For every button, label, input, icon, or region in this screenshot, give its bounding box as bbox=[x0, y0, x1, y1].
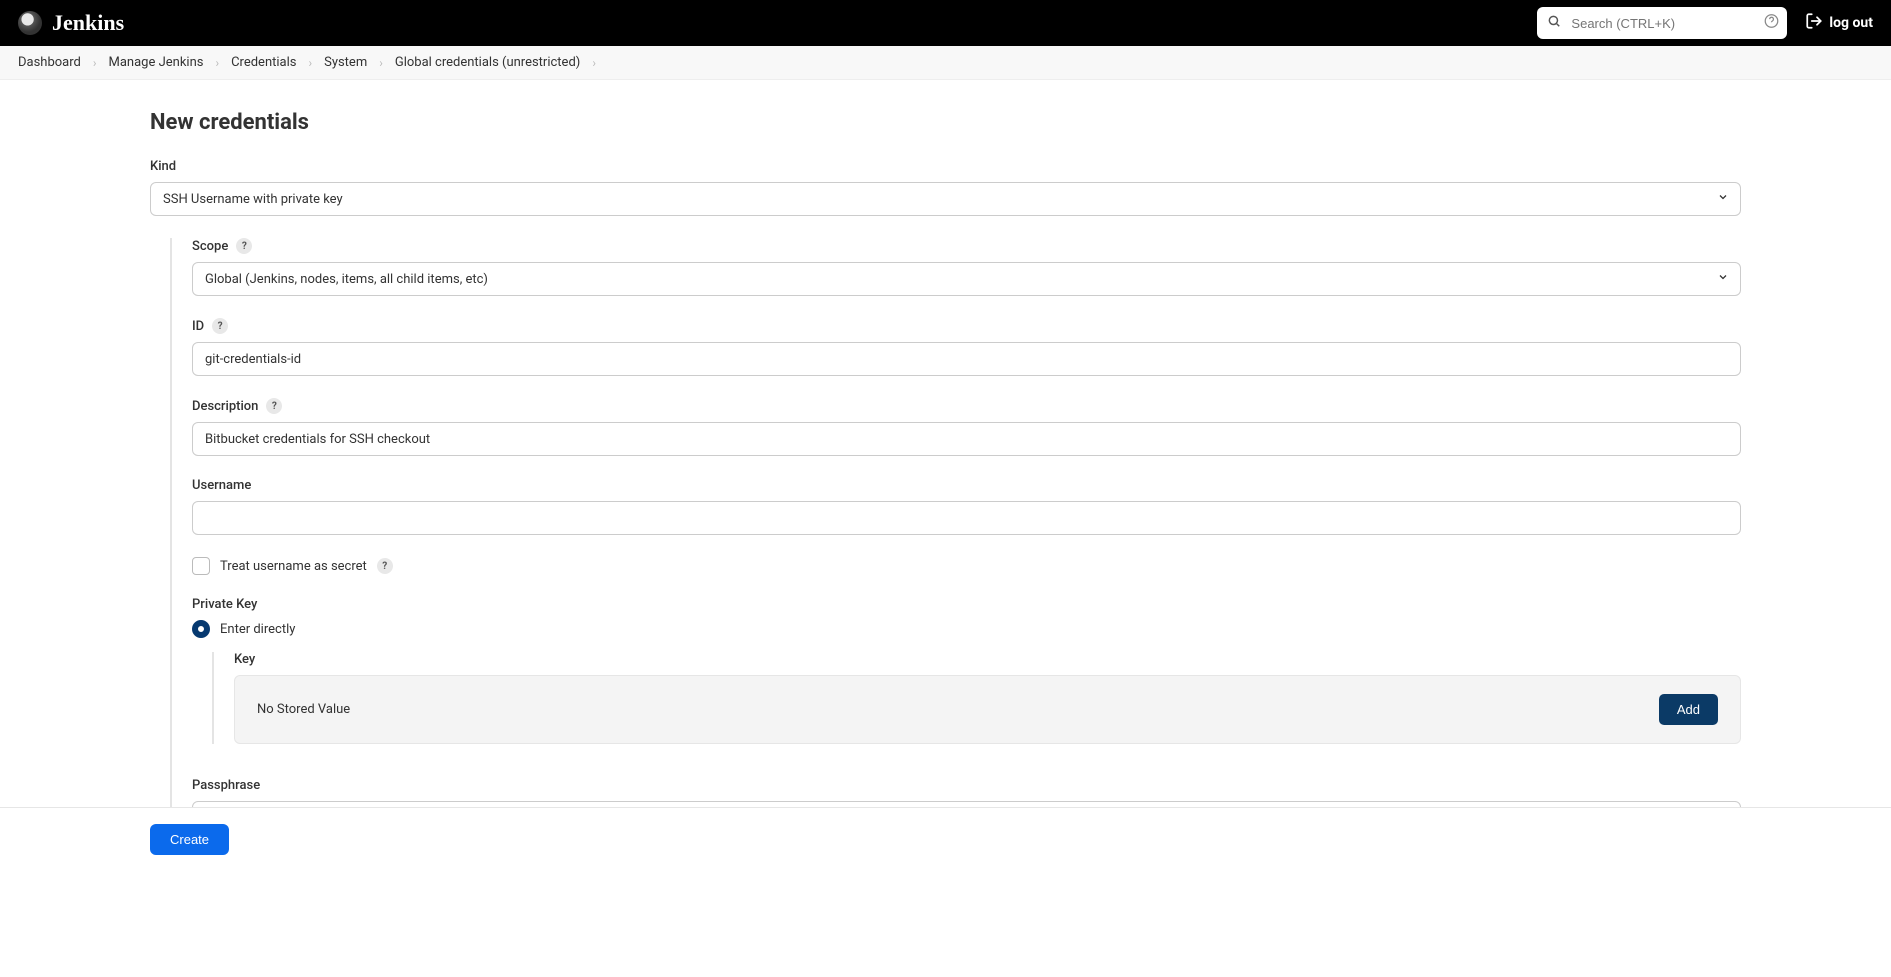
help-icon[interactable]: ? bbox=[266, 398, 282, 414]
top-header: Jenkins log out bbox=[0, 0, 1891, 46]
key-label: Key bbox=[234, 652, 255, 667]
field-private-key: Private Key Enter directly Key No Stored… bbox=[192, 597, 1741, 744]
help-icon[interactable]: ? bbox=[212, 318, 228, 334]
kind-select[interactable]: SSH Username with private key bbox=[150, 182, 1741, 216]
search-box bbox=[1537, 7, 1787, 39]
add-key-button[interactable]: Add bbox=[1659, 694, 1718, 725]
footer-bar: Create bbox=[0, 807, 1891, 871]
breadcrumb-item[interactable]: Global credentials (unrestricted) bbox=[395, 55, 580, 70]
breadcrumb-item[interactable]: Manage Jenkins bbox=[108, 55, 203, 70]
scope-select[interactable]: Global (Jenkins, nodes, items, all child… bbox=[192, 262, 1741, 296]
chevron-right-icon: › bbox=[215, 56, 219, 70]
no-stored-value-text: No Stored Value bbox=[257, 702, 350, 717]
username-label: Username bbox=[192, 478, 251, 493]
field-treat-secret: Treat username as secret ? bbox=[192, 557, 1741, 575]
scope-label: Scope bbox=[192, 239, 228, 254]
jenkins-logo-icon bbox=[18, 11, 42, 35]
description-input[interactable] bbox=[192, 422, 1741, 456]
field-id: ID ? bbox=[192, 318, 1741, 376]
brand-text: Jenkins bbox=[52, 10, 124, 36]
logout-icon bbox=[1805, 12, 1823, 34]
username-input[interactable] bbox=[192, 501, 1741, 535]
passphrase-label: Passphrase bbox=[192, 778, 260, 793]
description-label: Description bbox=[192, 399, 258, 414]
enter-directly-label: Enter directly bbox=[220, 622, 295, 637]
create-button[interactable]: Create bbox=[150, 824, 229, 855]
chevron-right-icon: › bbox=[379, 56, 383, 70]
field-kind: Kind SSH Username with private key bbox=[150, 159, 1741, 216]
search-input[interactable] bbox=[1537, 7, 1787, 39]
breadcrumb-item[interactable]: Credentials bbox=[231, 55, 296, 70]
logout-button[interactable]: log out bbox=[1805, 12, 1873, 34]
help-circle-icon[interactable] bbox=[1764, 14, 1779, 33]
id-input[interactable] bbox=[192, 342, 1741, 376]
kind-label: Kind bbox=[150, 159, 1741, 174]
field-description: Description ? bbox=[192, 398, 1741, 456]
page-title: New credentials bbox=[150, 110, 1741, 135]
enter-directly-radio[interactable] bbox=[192, 620, 210, 638]
help-icon[interactable]: ? bbox=[377, 558, 393, 574]
breadcrumb: Dashboard › Manage Jenkins › Credentials… bbox=[0, 46, 1891, 80]
key-value-box: No Stored Value Add bbox=[234, 675, 1741, 744]
field-scope: Scope ? Global (Jenkins, nodes, items, a… bbox=[192, 238, 1741, 296]
treat-secret-checkbox[interactable] bbox=[192, 557, 210, 575]
id-label: ID bbox=[192, 319, 204, 334]
chevron-right-icon: › bbox=[93, 56, 97, 70]
brand-area[interactable]: Jenkins bbox=[18, 10, 124, 36]
chevron-right-icon: › bbox=[308, 56, 312, 70]
breadcrumb-item[interactable]: Dashboard bbox=[18, 55, 81, 70]
treat-secret-label: Treat username as secret bbox=[220, 559, 367, 574]
breadcrumb-item[interactable]: System bbox=[324, 55, 367, 70]
logout-label: log out bbox=[1829, 15, 1873, 31]
help-icon[interactable]: ? bbox=[236, 238, 252, 254]
chevron-right-icon: › bbox=[592, 56, 596, 70]
field-username: Username bbox=[192, 478, 1741, 535]
private-key-label: Private Key bbox=[192, 597, 257, 612]
